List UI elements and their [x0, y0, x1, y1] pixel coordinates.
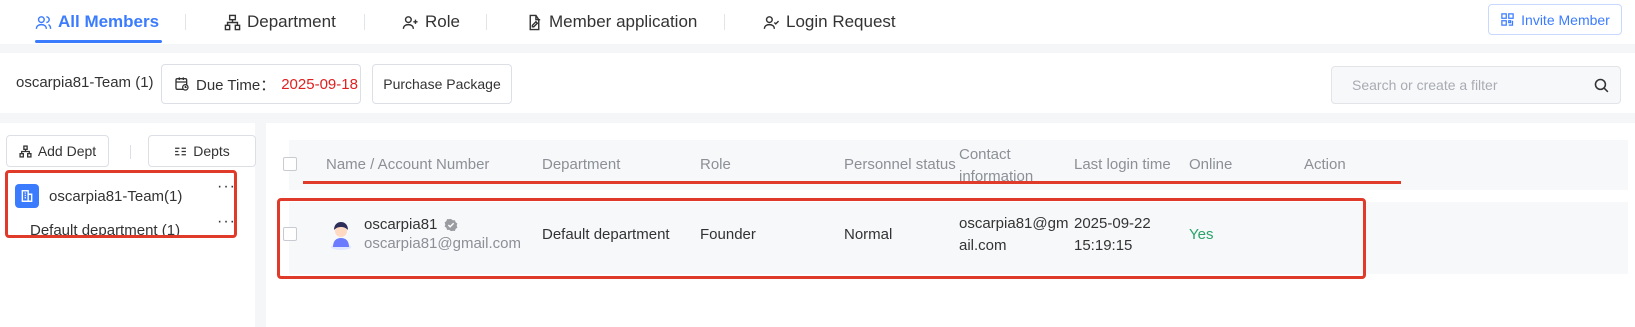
annotation-underline-header	[303, 181, 1401, 184]
user-check-icon	[763, 15, 780, 29]
due-date: 2025-09-18	[281, 75, 358, 93]
due-time-label: Due Time：	[196, 76, 276, 94]
tab-label: Member application	[549, 12, 698, 31]
add-dept-button[interactable]: Add Dept	[6, 135, 109, 167]
annotation-highlight-row	[277, 198, 1366, 279]
due-time-box: Due Time： 2025-09-18	[161, 64, 361, 104]
search-filter-box[interactable]	[1331, 66, 1621, 104]
sort-list-icon	[175, 147, 187, 155]
tab-label: Department	[247, 12, 336, 31]
tab-label: Login Request	[786, 12, 896, 31]
purchase-package-button[interactable]: Purchase Package	[372, 64, 512, 104]
tab-label: Role	[425, 12, 460, 31]
tab-member-application[interactable]: Member application	[526, 9, 697, 35]
header-last-login: Last login time	[1074, 156, 1171, 173]
user-plus-icon	[402, 15, 418, 29]
annotation-highlight-sidebar	[5, 170, 237, 238]
header-action: Action	[1304, 156, 1346, 173]
tab-all-members[interactable]: All Members	[35, 9, 159, 35]
header-role: Role	[700, 156, 731, 173]
tab-divider	[486, 14, 487, 30]
add-dept-label: Add Dept	[37, 143, 97, 159]
invite-member-label: Invite Member	[1521, 11, 1610, 28]
edit-doc-icon	[529, 14, 541, 30]
search-input[interactable]	[1352, 77, 1582, 93]
tab-label: All Members	[58, 12, 160, 31]
tab-department[interactable]: Department	[224, 9, 336, 35]
header-department: Department	[542, 156, 621, 173]
active-tab-indicator	[35, 40, 162, 43]
header-personnel-status: Personnel status	[844, 156, 956, 173]
org-chart-icon	[224, 14, 241, 30]
qr-code-icon	[1501, 13, 1514, 26]
depts-button[interactable]: Depts	[148, 135, 256, 167]
button-divider	[130, 145, 131, 159]
search-icon[interactable]	[1593, 77, 1610, 94]
header-name: Name / Account Number	[326, 156, 490, 173]
tab-divider	[724, 14, 725, 30]
tab-login-request[interactable]: Login Request	[763, 9, 896, 35]
select-all-checkbox[interactable]	[283, 157, 297, 171]
depts-label: Depts	[193, 143, 230, 159]
header-online: Online	[1189, 156, 1233, 173]
tab-divider	[364, 14, 365, 30]
tab-role[interactable]: Role	[402, 9, 460, 35]
invite-member-button[interactable]: Invite Member	[1488, 4, 1622, 35]
add-org-icon	[19, 144, 32, 158]
tab-divider	[185, 14, 186, 30]
members-icon	[35, 15, 52, 29]
team-name: oscarpia81-Team (1)	[16, 74, 154, 91]
calendar-clock-icon	[175, 77, 189, 91]
